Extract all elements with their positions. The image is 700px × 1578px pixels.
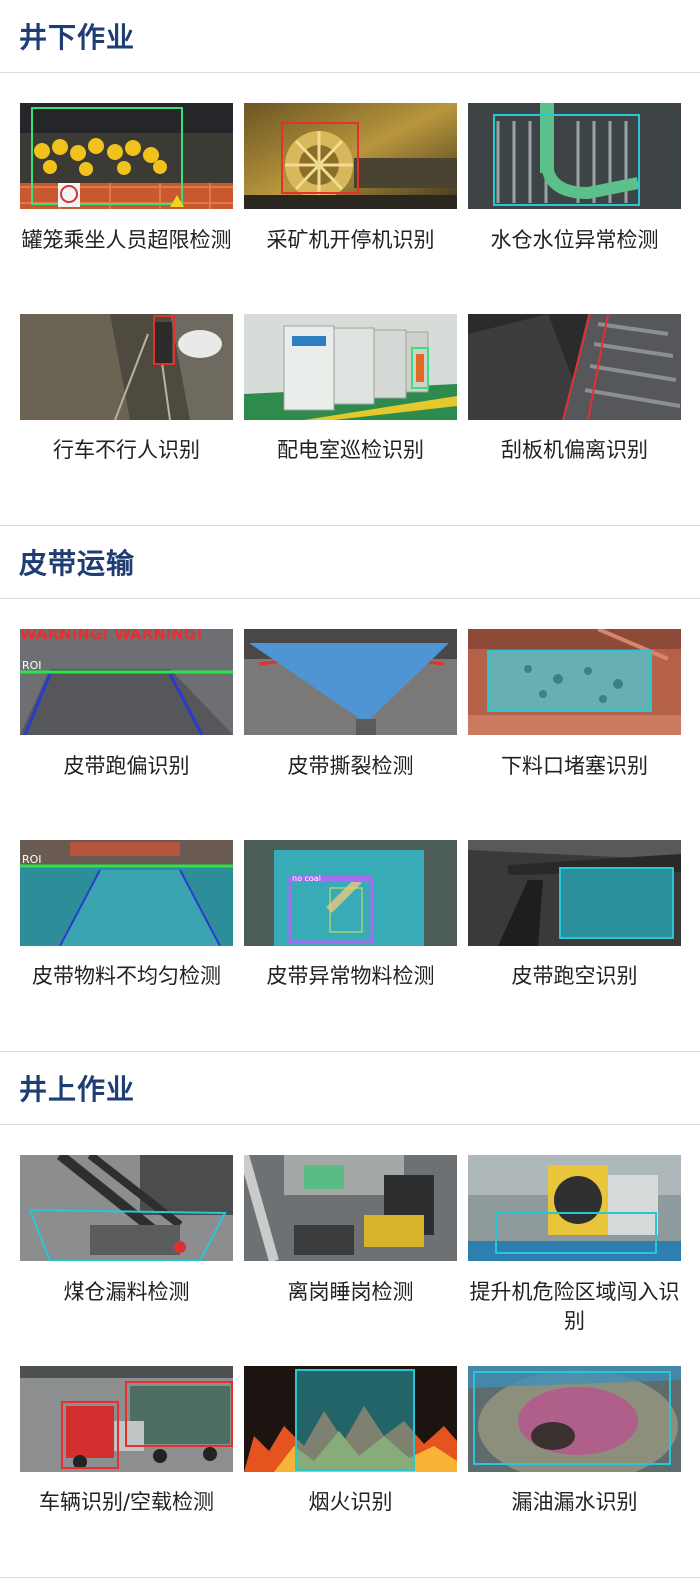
section-header: 皮带运输: [0, 526, 700, 599]
card-belt-tear[interactable]: 皮带撕裂检测: [244, 629, 457, 840]
section-header: 井下作业: [0, 0, 700, 73]
card-shearer[interactable]: 采矿机开停机识别: [244, 103, 457, 314]
section-header: 井上作业: [0, 1052, 700, 1125]
shearer-image: [244, 103, 457, 209]
card-label: 配电室巡检识别: [277, 438, 424, 462]
card-hoist-zone[interactable]: 提升机危险区域闯入识别: [468, 1155, 681, 1366]
card-truck[interactable]: 车辆识别/空载检测: [20, 1366, 233, 1577]
card-control-room[interactable]: 离岗睡岗检测: [244, 1155, 457, 1366]
bunker-leak-image: [20, 1155, 233, 1261]
card-label: 皮带跑偏识别: [63, 754, 190, 778]
card-fire[interactable]: 烟火识别: [244, 1366, 457, 1577]
section-title: 皮带运输: [19, 547, 136, 580]
truck-image: [20, 1366, 233, 1472]
card-label: 漏油漏水识别: [511, 1490, 638, 1514]
card-sump-water[interactable]: 水仓水位异常检测: [468, 103, 681, 314]
belt-tear-image: [244, 629, 457, 735]
scraper-conveyor-image: [468, 314, 681, 420]
card-label: 采矿机开停机识别: [266, 228, 435, 252]
tunnel-track-image: [20, 314, 233, 420]
hoist-zone-image: [468, 1155, 681, 1261]
card-label: 行车不行人识别: [53, 438, 200, 462]
belt-uneven-image: ROI: [20, 840, 233, 946]
card-label: 提升机危险区域闯入识别: [469, 1280, 680, 1333]
section-title: 井下作业: [19, 21, 136, 54]
card-label: 刮板机偏离识别: [501, 438, 648, 462]
card-power-room[interactable]: 配电室巡检识别: [244, 314, 457, 525]
belt-empty-image: [468, 840, 681, 946]
card-grid: WARNING! WARNING! ROI 皮带跑偏识别 皮带撕裂检测 下料口堵…: [0, 599, 700, 1052]
cage-miners-image: [20, 103, 233, 209]
card-belt-uneven[interactable]: ROI 皮带物料不均匀检测: [20, 840, 233, 1051]
card-oil-leak[interactable]: 漏油漏水识别: [468, 1366, 681, 1577]
section-underground: 井下作业 罐笼乘坐人员超限检测 采矿机开停机识别 水仓水位异常检测 行车不行人识…: [0, 0, 700, 526]
card-cage-overload[interactable]: 罐笼乘坐人员超限检测: [20, 103, 233, 314]
detection-tag: no coal: [292, 874, 321, 883]
section-belt: 皮带运输 WARNING! WARNING! ROI 皮带跑偏识别 皮带撕裂检测…: [0, 526, 700, 1052]
power-room-image: [244, 314, 457, 420]
card-belt-empty[interactable]: 皮带跑空识别: [468, 840, 681, 1051]
roi-label: ROI: [22, 853, 42, 866]
card-label: 车辆识别/空载检测: [38, 1490, 215, 1514]
card-grid: 煤仓漏料检测 离岗睡岗检测 提升机危险区域闯入识别 车辆识别/空载检测 烟火识别…: [0, 1125, 700, 1578]
belt-foreign-object-image: no coal: [244, 840, 457, 946]
section-title: 井上作业: [19, 1073, 136, 1106]
card-bunker-leak[interactable]: 煤仓漏料检测: [20, 1155, 233, 1366]
card-label: 水仓水位异常检测: [490, 228, 659, 252]
card-label: 皮带撕裂检测: [287, 754, 414, 778]
card-belt-deviation[interactable]: WARNING! WARNING! ROI 皮带跑偏识别: [20, 629, 233, 840]
card-grid: 罐笼乘坐人员超限检测 采矿机开停机识别 水仓水位异常检测 行车不行人识别 配电室…: [0, 73, 700, 526]
fire-image: [244, 1366, 457, 1472]
belt-deviation-image: WARNING! WARNING! ROI: [20, 629, 233, 735]
card-label: 离岗睡岗检测: [287, 1280, 414, 1304]
control-room-image: [244, 1155, 457, 1261]
warning-text: WARNING! WARNING!: [20, 629, 203, 643]
card-label: 烟火识别: [308, 1490, 393, 1514]
oil-leak-image: [468, 1366, 681, 1472]
card-label: 煤仓漏料检测: [63, 1280, 190, 1304]
chute-blockage-image: [468, 629, 681, 735]
card-label: 皮带物料不均匀检测: [32, 964, 221, 988]
card-chute-block[interactable]: 下料口堵塞识别: [468, 629, 681, 840]
card-scraper[interactable]: 刮板机偏离识别: [468, 314, 681, 525]
card-label: 皮带跑空识别: [511, 964, 638, 988]
card-label: 下料口堵塞识别: [501, 754, 648, 778]
section-surface: 井上作业 煤仓漏料检测 离岗睡岗检测 提升机危险区域闯入识别 车辆识别/空载检测…: [0, 1052, 700, 1578]
roi-label: ROI: [22, 659, 42, 672]
card-label: 皮带异常物料检测: [266, 964, 435, 988]
card-tunnel-track[interactable]: 行车不行人识别: [20, 314, 233, 525]
card-label: 罐笼乘坐人员超限检测: [21, 228, 232, 252]
sump-water-image: [468, 103, 681, 209]
card-belt-foreign[interactable]: no coal 皮带异常物料检测: [244, 840, 457, 1051]
